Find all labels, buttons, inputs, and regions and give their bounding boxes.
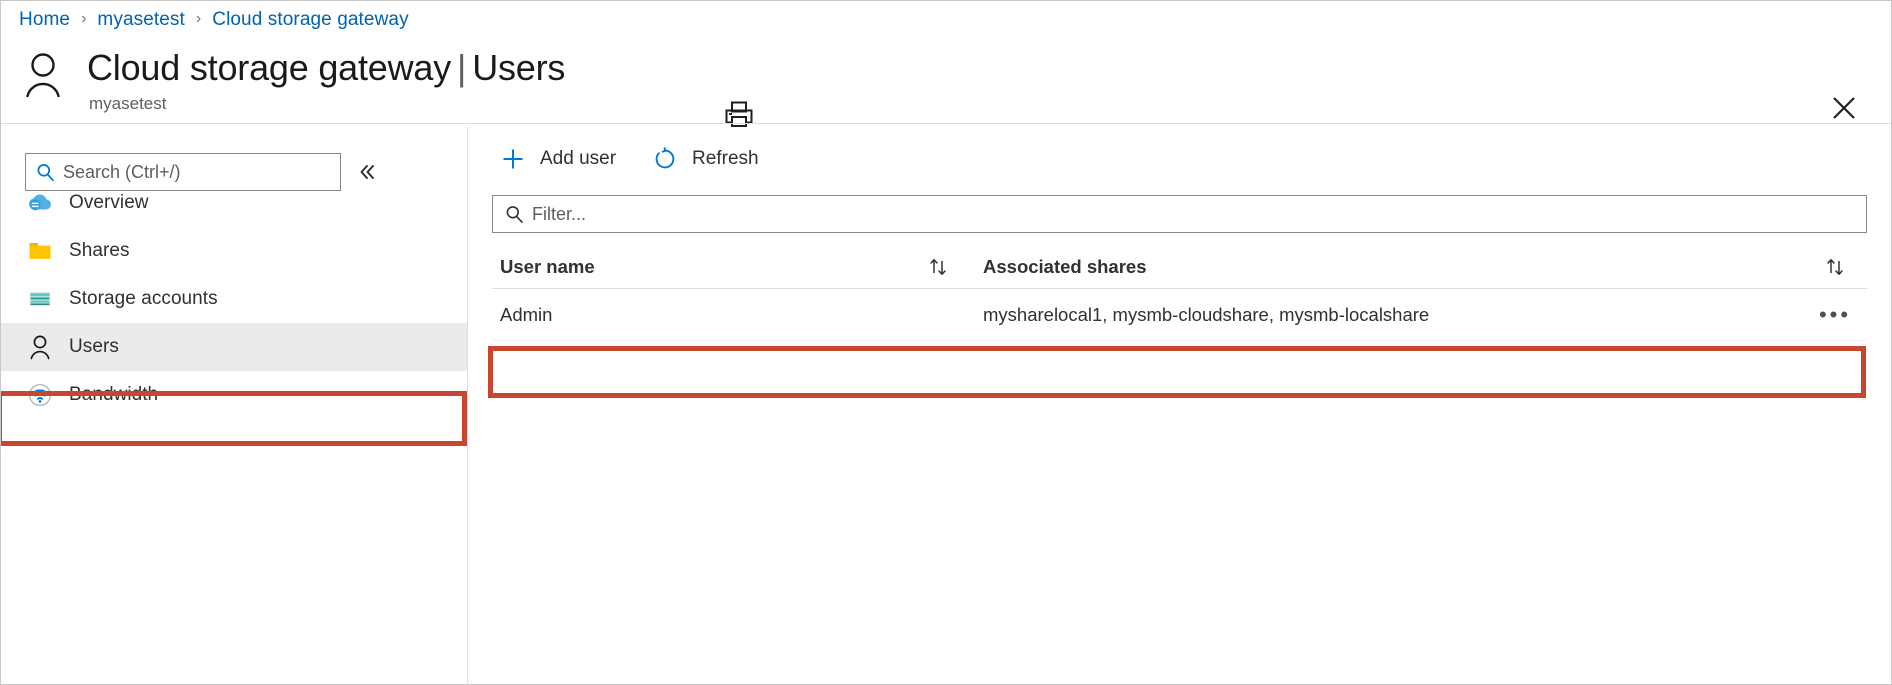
sidebar-item-users[interactable]: Users (1, 323, 467, 371)
page-title-resource: Cloud storage gateway (87, 47, 452, 88)
breadcrumb-item-myasetest[interactable]: myasetest (97, 9, 185, 31)
add-user-label: Add user (540, 148, 617, 169)
azure-portal-blade: Home › myasetest › Cloud storage gateway… (0, 0, 1892, 685)
row-context-menu-button[interactable]: ••• (1811, 301, 1859, 327)
sidebar-item-label: Overview (69, 192, 149, 213)
table-header-row: User name Associated shares (492, 245, 1867, 289)
main-content: Add user Refresh Filter... User name Ass… (468, 127, 1891, 684)
cloud-icon (25, 188, 55, 218)
sidebar-nav-list: Overview Shares Storage accounts Users B… (1, 179, 467, 419)
plus-icon (496, 142, 530, 176)
cell-user-name: Admin (500, 303, 553, 325)
column-header-associated-shares[interactable]: Associated shares (959, 256, 1811, 278)
sidebar-item-label: Shares (69, 240, 130, 261)
page-subtitle: myasetest (89, 94, 167, 113)
blade-header: Cloud storage gateway | Users myasetest (1, 39, 1891, 127)
users-table: User name Associated shares Admin myshar… (492, 245, 1867, 341)
sidebar-item-label: Bandwidth (69, 384, 159, 405)
sidebar-item-storage-accounts[interactable]: Storage accounts (1, 275, 467, 323)
table-row[interactable]: Admin mysharelocal1, mysmb-cloudshare, m… (492, 289, 1867, 341)
bandwidth-icon (25, 380, 55, 410)
sidebar: Overview Shares (1, 127, 467, 684)
header-divider (1, 123, 1891, 124)
add-user-button[interactable]: Add user (492, 137, 630, 181)
page-title-section: Users (472, 47, 566, 88)
breadcrumb-item-home[interactable]: Home (19, 9, 70, 31)
breadcrumb: Home › myasetest › Cloud storage gateway (19, 5, 409, 35)
sidebar-item-shares[interactable]: Shares (1, 227, 467, 275)
folder-icon (25, 236, 55, 266)
filter-input[interactable] (532, 203, 1866, 225)
cell-associated-shares: mysharelocal1, mysmb-cloudshare, mysmb-l… (983, 303, 1430, 325)
sidebar-item-overview[interactable]: Overview (1, 179, 467, 227)
breadcrumb-separator-icon: › (195, 10, 202, 27)
sort-updown-icon[interactable] (917, 256, 959, 278)
user-outline-icon (23, 51, 63, 99)
breadcrumb-item-cloud-storage-gateway[interactable]: Cloud storage gateway (212, 9, 408, 31)
sidebar-item-label: Storage accounts (69, 288, 218, 309)
refresh-button[interactable]: Refresh (644, 137, 773, 181)
refresh-icon (648, 142, 682, 176)
sidebar-item-label: Users (69, 336, 119, 357)
filter-box[interactable] (492, 195, 1867, 233)
ellipsis-icon: ••• (1818, 301, 1852, 327)
page-title: Cloud storage gateway | Users (87, 46, 565, 90)
refresh-label: Refresh (692, 148, 759, 169)
user-icon (25, 332, 55, 362)
sidebar-item-bandwidth[interactable]: Bandwidth (1, 371, 467, 419)
search-icon (505, 205, 524, 224)
column-header-user-name[interactable]: User name (492, 256, 917, 278)
breadcrumb-separator-icon: › (81, 10, 87, 27)
command-bar: Add user Refresh (468, 133, 787, 185)
sort-updown-icon[interactable] (1811, 256, 1859, 278)
storage-account-icon (25, 284, 55, 314)
page-title-separator: | (457, 47, 467, 88)
